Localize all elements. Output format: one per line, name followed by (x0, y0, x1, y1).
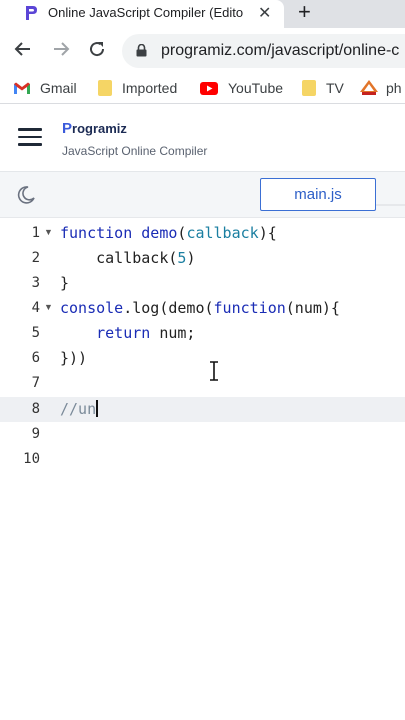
bookmark-imported[interactable]: Imported (98, 79, 177, 97)
line-number: 9 (31, 426, 40, 442)
code-line[interactable]: 7 (0, 371, 405, 396)
line-number: 5 (31, 325, 40, 341)
code-text: console.log(demo(function(num){ (60, 299, 340, 317)
youtube-icon (200, 81, 218, 95)
line-number: 8 (31, 401, 40, 417)
address-bar[interactable]: programiz.com/javascript/online-c (122, 34, 405, 68)
bookmarks-bar: Gmail Imported YouTube TV ph (0, 72, 405, 104)
comment-text: //un (60, 400, 97, 418)
code-line[interactable]: 10 (0, 447, 405, 472)
code-text: callback(5) (60, 249, 196, 267)
code-text: return num; (96, 324, 196, 342)
code-text: function demo(callback){ (60, 224, 277, 242)
code-line-active[interactable]: 8 //un (0, 397, 405, 422)
programiz-logo[interactable]: Programiz (62, 120, 127, 137)
back-button[interactable] (12, 38, 34, 60)
code-text: //un (60, 400, 98, 418)
text-caret (96, 400, 98, 417)
bookmark-tv[interactable]: TV (302, 79, 344, 97)
gmail-icon (14, 82, 30, 94)
file-tab-main-js[interactable]: main.js (260, 178, 376, 211)
bookmark-youtube[interactable]: YouTube (200, 79, 283, 97)
browser-tab[interactable]: Online JavaScript Compiler (Edito ✕ (0, 0, 284, 28)
browser-navbar: programiz.com/javascript/online-c (0, 28, 405, 72)
code-line[interactable]: 2 callback(5) (0, 246, 405, 271)
bookmark-label: Imported (122, 80, 178, 96)
editor-toolbar: main.js (0, 172, 405, 218)
code-line[interactable]: 6 })) (0, 346, 405, 371)
site-header: Programiz JavaScript Online Compiler (0, 104, 405, 172)
new-tab-button[interactable]: + (298, 0, 311, 24)
line-number: 1 (31, 225, 40, 241)
bookmark-label: ph (386, 80, 402, 96)
page-subtitle: JavaScript Online Compiler (62, 144, 208, 158)
tab-title: Online JavaScript Compiler (Edito (48, 5, 244, 20)
forward-arrow-icon (54, 42, 70, 56)
code-text: } (60, 274, 70, 292)
pma-icon (360, 80, 378, 95)
bookmark-label: Gmail (40, 80, 77, 96)
programiz-favicon-icon (26, 6, 37, 20)
code-text: })) (60, 349, 88, 367)
ibeam-cursor-icon (210, 361, 218, 381)
line-number: 7 (31, 375, 40, 391)
line-number: 10 (23, 451, 40, 467)
bookmark-ph[interactable]: ph (360, 79, 402, 97)
line-number: 2 (31, 250, 40, 266)
folder-icon (302, 80, 316, 96)
tab-divider (376, 204, 405, 206)
logo-text: rogramiz (72, 121, 127, 136)
logo-letter: P (62, 120, 73, 137)
browser-tab-strip: Online JavaScript Compiler (Edito ✕ + (0, 0, 405, 28)
close-tab-icon[interactable]: ✕ (258, 3, 271, 23)
lock-icon (136, 44, 147, 57)
url-text: programiz.com/javascript/online-c (161, 42, 400, 59)
back-arrow-icon (14, 42, 30, 56)
dark-mode-moon-icon[interactable] (16, 185, 36, 205)
reload-button[interactable] (86, 38, 108, 60)
code-line[interactable]: 4 ▼ console.log(demo(function(num){ (0, 296, 405, 321)
folder-icon (98, 80, 112, 96)
menu-hamburger-icon[interactable] (18, 128, 42, 146)
forward-button[interactable] (50, 38, 72, 60)
code-line[interactable]: 5 return num; (0, 321, 405, 346)
code-editor[interactable]: 1 ▼ function demo(callback){ 2 callback(… (0, 218, 405, 720)
line-number: 4 (31, 300, 40, 316)
fold-arrow-icon[interactable]: ▼ (44, 227, 53, 237)
code-line[interactable]: 9 (0, 422, 405, 447)
bookmark-gmail[interactable]: Gmail (14, 79, 77, 97)
code-line[interactable]: 1 ▼ function demo(callback){ (0, 221, 405, 246)
fold-arrow-icon[interactable]: ▼ (44, 302, 53, 312)
bookmark-label: YouTube (228, 80, 284, 96)
code-line[interactable]: 3 } (0, 271, 405, 296)
bookmark-label: TV (326, 80, 344, 96)
line-number: 6 (31, 350, 40, 366)
reload-icon (90, 42, 105, 57)
line-number: 3 (31, 275, 40, 291)
